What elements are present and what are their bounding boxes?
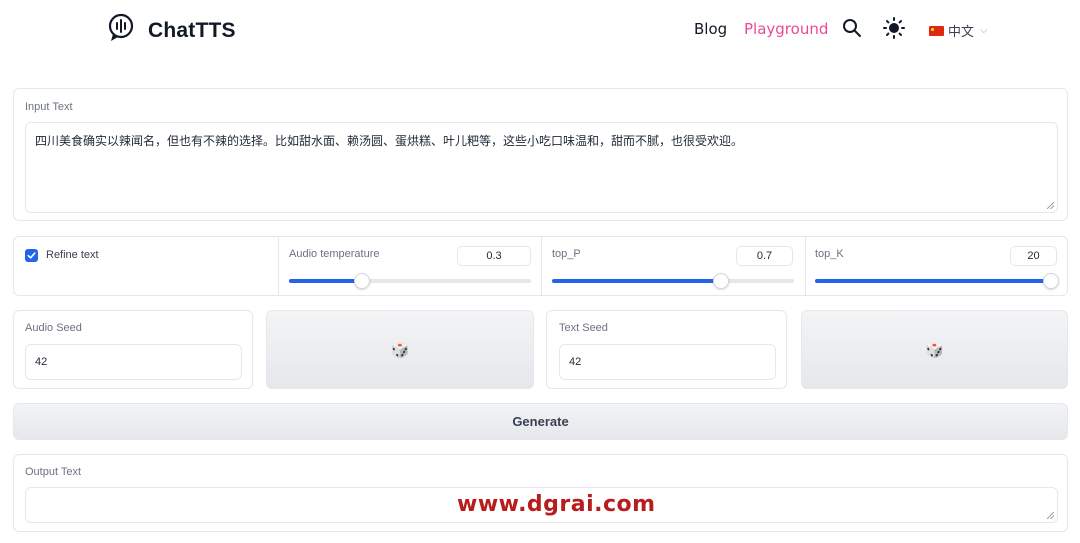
- output-text-label: Output Text: [25, 466, 82, 478]
- watermark-text: www.dgrai.com: [457, 492, 656, 517]
- resize-handle-icon[interactable]: [1047, 202, 1054, 209]
- input-text-label: Input Text: [25, 101, 73, 113]
- refine-text-checkbox[interactable]: [25, 249, 38, 262]
- audio-seed-panel: Audio Seed 42: [13, 310, 253, 389]
- search-icon[interactable]: [842, 18, 862, 38]
- input-text-value: 四川美食确实以辣闻名，但也有不辣的选择。比如甜水面、赖汤圆、蛋烘糕、叶儿粑等，这…: [35, 134, 744, 148]
- language-label: 中文: [948, 25, 975, 40]
- top-p-label: top_P: [552, 248, 581, 260]
- audio-seed-label: Audio Seed: [25, 322, 82, 334]
- dice-icon: 🎲: [390, 340, 410, 359]
- input-text-area[interactable]: 四川美食确实以辣闻名，但也有不辣的选择。比如甜水面、赖汤圆、蛋烘糕、叶儿粑等，这…: [25, 122, 1058, 213]
- slider-thumb[interactable]: [354, 273, 370, 289]
- divider: [278, 237, 279, 295]
- text-seed-input[interactable]: 42: [559, 344, 776, 380]
- slider-fill: [552, 279, 721, 283]
- sun-icon[interactable]: [883, 17, 905, 39]
- nav-blog-link[interactable]: Blog: [694, 20, 727, 38]
- logo-icon[interactable]: [107, 12, 135, 44]
- top-k-label: top_K: [815, 248, 844, 260]
- audio-temperature-slider[interactable]: [289, 273, 531, 289]
- text-seed-dice-button[interactable]: 🎲: [801, 310, 1068, 389]
- flag-icon: [929, 25, 944, 36]
- check-icon: [27, 252, 36, 259]
- input-text-panel: Input Text 四川美食确实以辣闻名，但也有不辣的选择。比如甜水面、赖汤圆…: [13, 88, 1068, 221]
- top-p-input[interactable]: 0.7: [736, 246, 793, 266]
- dice-icon: 🎲: [925, 340, 944, 359]
- brand-name[interactable]: ChatTTS: [148, 19, 236, 43]
- slider-thumb[interactable]: [713, 273, 729, 289]
- slider-fill: [815, 279, 1057, 283]
- audio-seed-input[interactable]: 42: [25, 344, 242, 380]
- slider-fill: [289, 279, 362, 283]
- generate-button[interactable]: Generate: [13, 403, 1068, 440]
- params-panel: Refine text Audio temperature 0.3 top_P …: [13, 236, 1068, 296]
- resize-handle-icon[interactable]: [1047, 512, 1054, 519]
- divider: [805, 237, 806, 295]
- text-seed-panel: Text Seed 42: [546, 310, 787, 389]
- chevron-down-icon: ⌵: [980, 25, 988, 36]
- header: ChatTTS Blog Playground 中文 ⌵: [0, 0, 1080, 60]
- top-k-input[interactable]: 20: [1010, 246, 1057, 266]
- top-k-slider[interactable]: [815, 273, 1059, 289]
- refine-text-label[interactable]: Refine text: [46, 249, 99, 261]
- nav-playground-link[interactable]: Playground: [744, 20, 828, 38]
- text-seed-label: Text Seed: [559, 322, 608, 334]
- top-p-slider[interactable]: [552, 273, 794, 289]
- divider: [541, 237, 542, 295]
- audio-seed-dice-button[interactable]: 🎲: [266, 310, 534, 389]
- language-selector[interactable]: 中文 ⌵: [929, 21, 988, 40]
- audio-temperature-input[interactable]: 0.3: [457, 246, 531, 266]
- slider-thumb[interactable]: [1043, 273, 1059, 289]
- audio-temperature-label: Audio temperature: [289, 248, 380, 260]
